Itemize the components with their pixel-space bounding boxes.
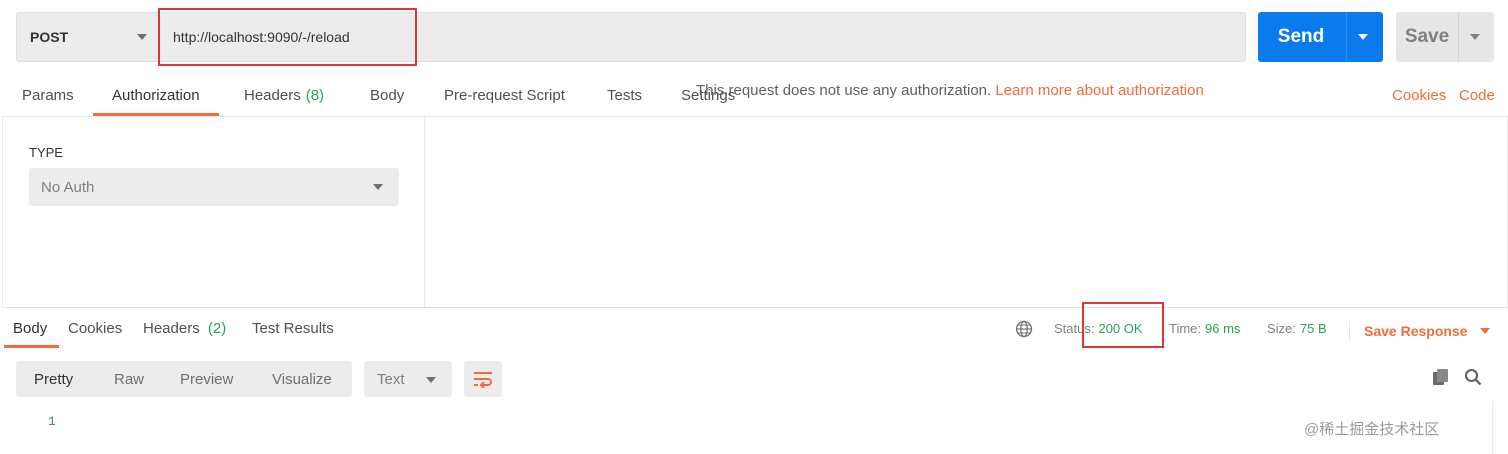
url-highlight-box — [158, 8, 417, 66]
globe-icon[interactable] — [1015, 320, 1033, 338]
chevron-down-icon[interactable] — [1470, 34, 1480, 40]
view-option-preview[interactable]: Preview — [180, 361, 233, 397]
response-tab-headers[interactable]: Headers (2) — [143, 320, 226, 337]
method-label: POST — [30, 29, 69, 45]
tab-params[interactable]: Params — [22, 78, 74, 116]
chevron-down-icon — [373, 184, 383, 190]
view-option-pretty[interactable]: Pretty — [34, 361, 73, 397]
size-info: Size: 75 B — [1267, 321, 1327, 336]
size-label: Size: — [1267, 321, 1296, 336]
response-tab-body[interactable]: Body — [13, 320, 47, 337]
auth-message: This request does not use any authorizat… — [696, 82, 1204, 99]
scrollbar[interactable] — [1492, 401, 1508, 454]
body-view-segmented-control: Pretty Raw Preview Visualize — [16, 361, 352, 397]
time-label: Time: — [1169, 321, 1202, 336]
tab-label: Headers — [143, 320, 200, 337]
tab-authorization[interactable]: Authorization — [93, 78, 219, 116]
tab-label: Pre-request Script — [444, 87, 565, 104]
tab-label: Test Results — [252, 320, 334, 337]
type-label: TYPE — [29, 145, 63, 160]
tab-count: (8) — [305, 87, 325, 104]
save-response-button[interactable]: Save Response — [1349, 321, 1490, 341]
tab-headers[interactable]: Headers (8) — [244, 78, 324, 116]
tab-label: Tests — [607, 87, 643, 104]
learn-more-link[interactable]: Learn more about authorization — [995, 82, 1203, 99]
auth-type-select[interactable]: No Auth — [29, 168, 399, 206]
tab-body[interactable]: Body — [370, 78, 404, 116]
copy-icon[interactable] — [1432, 368, 1450, 386]
code-link[interactable]: Code — [1459, 87, 1495, 104]
tab-label: Params — [22, 87, 74, 104]
active-tab-indicator — [4, 345, 59, 348]
auth-type-value: No Auth — [41, 178, 95, 196]
chevron-down-icon — [1479, 328, 1490, 334]
tab-pre-request-script[interactable]: Pre-request Script — [444, 78, 565, 116]
save-divider — [1458, 12, 1459, 62]
send-button[interactable]: Send — [1258, 12, 1383, 62]
method-select[interactable]: POST — [17, 13, 160, 61]
format-value: Text — [377, 370, 405, 388]
tab-tests[interactable]: Tests — [607, 78, 642, 116]
cookies-link[interactable]: Cookies — [1392, 87, 1446, 104]
watermark: @稀土掘金技术社区 — [1304, 421, 1440, 438]
send-divider — [1346, 12, 1347, 62]
save-label: Save — [1404, 26, 1450, 47]
response-tabs: Body Cookies Headers (2) Test Results St… — [0, 309, 1508, 349]
view-option-raw[interactable]: Raw — [114, 361, 144, 397]
send-label: Send — [1277, 26, 1325, 47]
search-icon[interactable] — [1464, 368, 1482, 386]
save-button[interactable]: Save — [1396, 12, 1494, 62]
line-number: 1 — [48, 414, 56, 429]
tab-label: Authorization — [112, 87, 200, 104]
wrap-lines-button[interactable] — [464, 361, 502, 397]
status-highlight-box — [1082, 302, 1164, 348]
view-option-visualize[interactable]: Visualize — [272, 361, 332, 397]
response-tab-test-results[interactable]: Test Results — [252, 320, 334, 337]
save-response-label: Save Response — [1364, 323, 1468, 339]
tab-label: Headers — [244, 87, 301, 104]
auth-settings-column: TYPE No Auth — [3, 117, 425, 307]
time-info: Time: 96 ms — [1169, 321, 1240, 336]
time-value: 96 ms — [1205, 321, 1241, 336]
tab-label: Cookies — [68, 320, 123, 337]
wrap-lines-icon — [474, 372, 492, 388]
response-tab-cookies[interactable]: Cookies — [68, 320, 122, 337]
tab-count: (2) — [207, 320, 227, 337]
tab-label: Body — [13, 320, 48, 337]
chevron-down-icon[interactable] — [1358, 34, 1368, 40]
chevron-down-icon — [426, 377, 436, 383]
tab-label: Body — [370, 87, 405, 104]
chevron-down-icon — [137, 34, 147, 40]
authorization-pane: TYPE No Auth — [2, 116, 1508, 308]
auth-message-text: This request does not use any authorizat… — [696, 82, 992, 99]
format-select[interactable]: Text — [364, 361, 452, 397]
size-value: 75 B — [1299, 321, 1327, 336]
